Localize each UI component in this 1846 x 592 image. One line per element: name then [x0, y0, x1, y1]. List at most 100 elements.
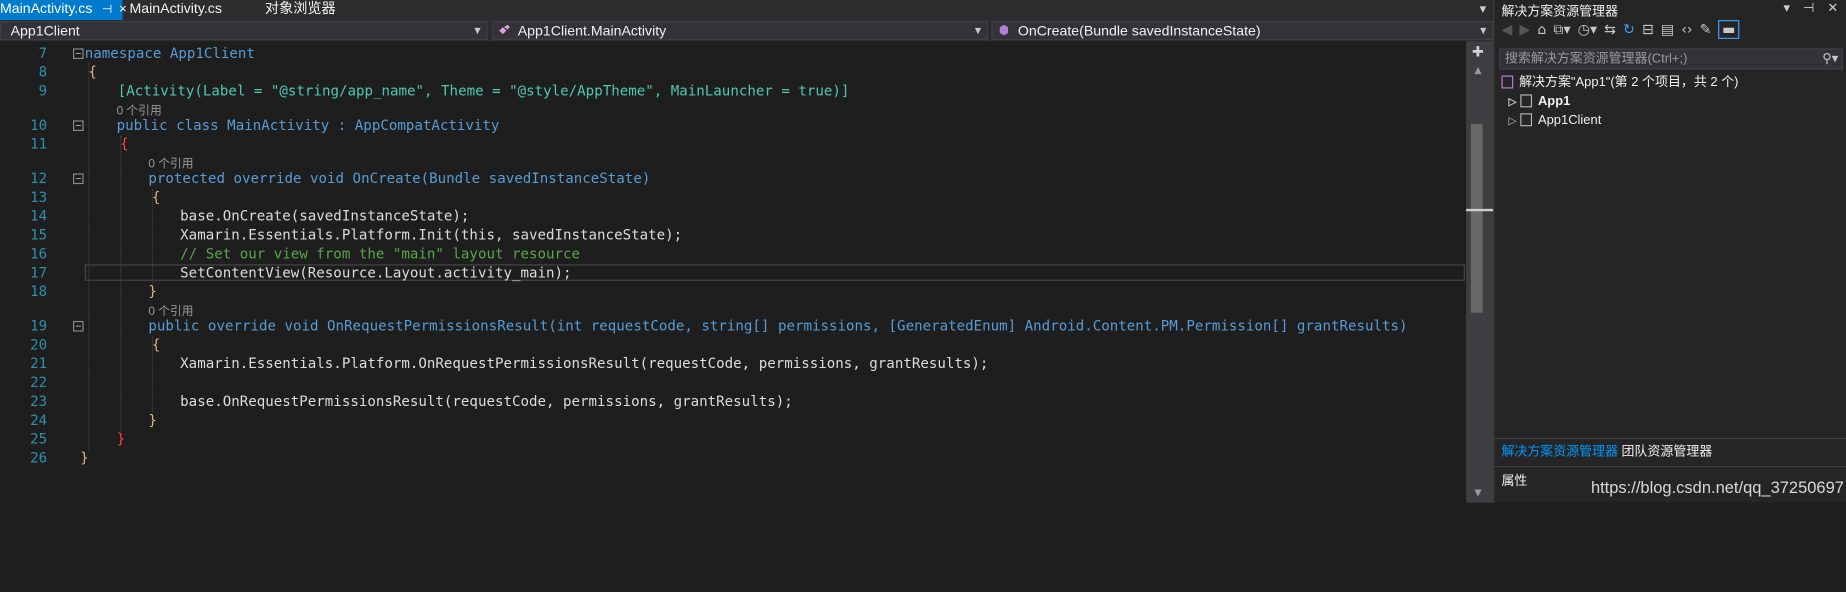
- line-number: 7: [38, 44, 48, 62]
- line-number: 22: [30, 374, 48, 391]
- tab-object-browser[interactable]: 对象浏览器: [265, 0, 336, 20]
- code-line: }: [148, 283, 157, 300]
- line-number: 25: [30, 430, 48, 448]
- line-number: 17: [30, 264, 48, 281]
- line-number: 20: [30, 336, 48, 353]
- tab-label: MainActivity.cs: [0, 0, 93, 17]
- class-dropdown[interactable]: App1Client.MainActivity ▼: [492, 21, 989, 41]
- document-tab-bar: MainActivity.cs ⊣ × MainActivity.cs 对象浏览器 …: [0, 0, 1494, 23]
- solution-label: 解决方案"App1"(第 2 个项目，共 2 个): [1519, 75, 1739, 90]
- preview-icon[interactable]: ▬: [1718, 20, 1740, 39]
- line-number: 8: [38, 63, 48, 81]
- line-number: 21: [30, 355, 48, 372]
- panel-title: 解决方案资源管理器: [1501, 4, 1619, 19]
- collapse-icon[interactable]: −: [73, 320, 84, 332]
- code-line: public override void OnRequestPermission…: [148, 317, 1408, 334]
- project-dropdown[interactable]: App1Client ▼: [0, 21, 488, 41]
- code-line: SetContentView(Resource.Layout.activity_…: [180, 264, 572, 281]
- project-node-app1[interactable]: ▷ App1: [1509, 92, 1571, 111]
- tab-label: 对象浏览器: [264, 0, 336, 17]
- collapse-all-icon[interactable]: ⊟: [1642, 21, 1654, 38]
- line-number: 16: [30, 245, 48, 262]
- code-line: {: [151, 188, 161, 206]
- chevron-down-icon: ▼: [472, 24, 483, 37]
- solution-search-input[interactable]: 搜索解决方案资源管理器(Ctrl+;) ⚲▾: [1499, 48, 1843, 70]
- project-label: App1: [1537, 94, 1571, 109]
- close-icon[interactable]: ×: [119, 2, 127, 16]
- code-line: }: [80, 449, 89, 467]
- line-number: 23: [30, 392, 48, 410]
- chevron-up-icon[interactable]: ▲: [1474, 65, 1481, 76]
- code-line: protected override void OnCreate(Bundle …: [148, 169, 651, 187]
- line-number: 11: [30, 135, 48, 153]
- code-editor[interactable]: 7 8 9 10 11 12 13 14 15 16 17 18 19 20 2…: [0, 41, 1467, 503]
- line-number: 15: [30, 226, 48, 244]
- line-number: 13: [30, 188, 48, 206]
- project-dropdown-label: App1Client: [10, 22, 80, 39]
- chevron-down-icon: ▼: [972, 24, 984, 37]
- solution-node[interactable]: 解决方案"App1"(第 2 个项目，共 2 个): [1501, 73, 1738, 92]
- code-line: base.OnRequestPermissionsResult(requestC…: [180, 392, 793, 410]
- line-number: 24: [30, 411, 48, 429]
- code-line: {: [88, 63, 97, 81]
- back-icon[interactable]: ◀: [1501, 21, 1512, 38]
- expand-arrow-icon[interactable]: ▷: [1509, 111, 1521, 130]
- collapse-icon[interactable]: −: [73, 173, 84, 185]
- class-icon: [499, 24, 510, 35]
- navigation-bar: App1Client ▼ App1Client.MainActivity ▼ O…: [0, 20, 1494, 42]
- split-icon[interactable]: ✚: [1472, 44, 1484, 61]
- line-number: 18: [30, 283, 48, 300]
- chevron-down-icon[interactable]: ▼: [1474, 487, 1481, 498]
- code-line: Xamarin.Essentials.Platform.OnRequestPer…: [180, 355, 989, 372]
- android-project-icon: [1520, 94, 1533, 108]
- panel-tabs: 解决方案资源管理器 团队资源管理器: [1494, 437, 1846, 460]
- home-icon[interactable]: ⌂: [1537, 21, 1546, 38]
- pin-icon[interactable]: ⊣: [102, 4, 112, 17]
- collapse-icon[interactable]: −: [73, 48, 84, 59]
- class-dropdown-label: App1Client.MainActivity: [517, 22, 667, 39]
- member-dropdown-label: OnCreate(Bundle savedInstanceState): [1017, 22, 1261, 39]
- line-number: 9: [38, 82, 48, 100]
- member-dropdown[interactable]: OnCreate(Bundle savedInstanceState) ▼: [991, 21, 1494, 41]
- indent-guide: [88, 62, 90, 452]
- tab-solution-explorer[interactable]: 解决方案资源管理器: [1501, 441, 1618, 460]
- vertical-scrollbar[interactable]: ✚ ▲ ▼: [1466, 41, 1494, 503]
- project-label: App1Client: [1537, 113, 1602, 128]
- line-number: 26: [30, 449, 48, 467]
- code-line: [Activity(Label = "@string/app_name", Th…: [117, 82, 850, 100]
- show-all-files-icon[interactable]: ▤: [1661, 21, 1674, 38]
- watermark: https://blog.csdn.net/qq_37250697: [1590, 477, 1844, 497]
- code-line: }: [148, 411, 157, 429]
- tab-mainactivity[interactable]: MainActivity.cs: [130, 0, 222, 20]
- tab-team-explorer[interactable]: 团队资源管理器: [1622, 441, 1713, 460]
- forward-icon[interactable]: ▶: [1519, 21, 1530, 38]
- method-icon: [999, 24, 1009, 36]
- code-line: namespace App1Client: [84, 44, 255, 62]
- code-line: {: [120, 135, 129, 153]
- history-icon[interactable]: ◷▾: [1578, 21, 1597, 38]
- reference-count-label[interactable]: 0 个引用: [117, 100, 162, 118]
- tab-label: MainActivity.cs: [129, 0, 222, 17]
- refresh-icon[interactable]: ↻: [1623, 21, 1635, 38]
- search-placeholder: 搜索解决方案资源管理器(Ctrl+;): [1504, 51, 1688, 67]
- solution-explorer-toolbar: ◀ ▶ ⌂ ⧉▾ ◷▾ ⇆ ↻ ⊟ ▤ ‹› ✎ ▬: [1501, 20, 1843, 45]
- reference-count-label[interactable]: 0 个引用: [148, 301, 193, 319]
- switch-views-icon[interactable]: ⧉▾: [1553, 21, 1570, 38]
- reference-count-label[interactable]: 0 个引用: [148, 153, 193, 171]
- code-line: base.OnCreate(savedInstanceState);: [180, 207, 470, 225]
- project-node-app1client[interactable]: ▷ App1Client: [1509, 111, 1602, 130]
- scrollbar-thumb[interactable]: [1470, 123, 1483, 313]
- sync-icon[interactable]: ⇆: [1604, 21, 1616, 38]
- code-line: Xamarin.Essentials.Platform.Init(this, s…: [180, 226, 683, 244]
- chevron-down-icon[interactable]: ▾: [1480, 1, 1487, 16]
- caret-position-marker: [1466, 208, 1494, 212]
- tab-mainactivity-active[interactable]: MainActivity.cs ⊣ ×: [0, 0, 127, 21]
- panel-controls[interactable]: ▾ ⊣ ✕: [1784, 0, 1843, 15]
- line-number: 19: [30, 317, 48, 334]
- solution-explorer-panel: 解决方案资源管理器 ▾ ⊣ ✕ ◀ ▶ ⌂ ⧉▾ ◷▾ ⇆ ↻ ⊟ ▤ ‹› ✎ ▬ 搜索解决方案资源…: [1493, 0, 1846, 503]
- expand-arrow-icon[interactable]: ▷: [1509, 92, 1521, 111]
- collapse-icon[interactable]: −: [73, 120, 84, 131]
- search-icon[interactable]: ⚲▾: [1822, 50, 1838, 69]
- view-code-icon[interactable]: ‹›: [1681, 21, 1692, 38]
- properties-icon[interactable]: ✎: [1700, 21, 1712, 38]
